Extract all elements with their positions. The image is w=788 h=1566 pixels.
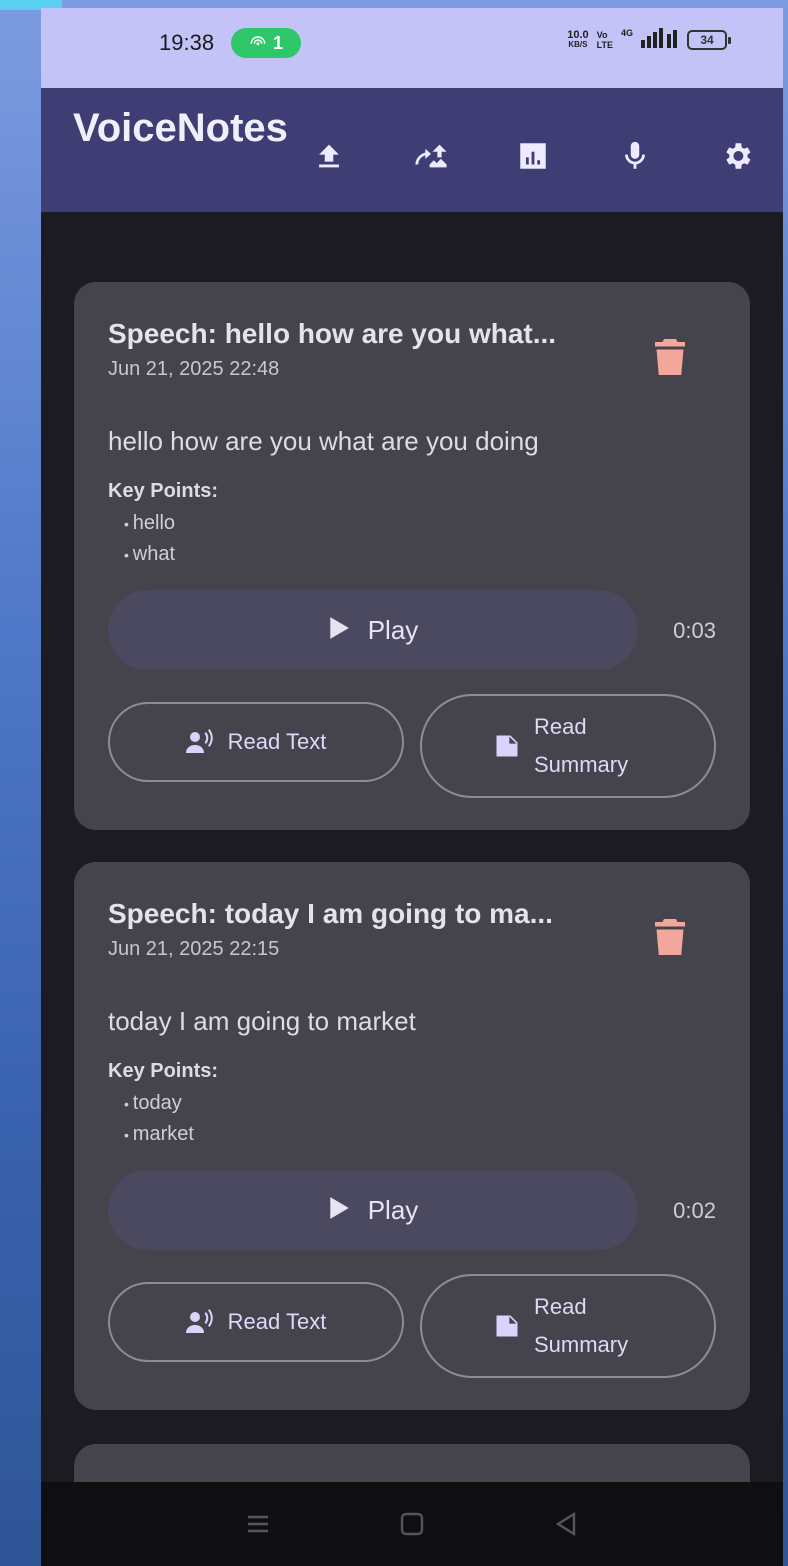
hotspot-badge: 1	[231, 28, 301, 58]
status-indicators: 10.0 KB/S Vo LTE 4G 34	[567, 28, 731, 51]
play-label: Play	[367, 614, 419, 645]
note-card[interactable]: Speech: today I am going to ma... Jun 21…	[74, 862, 750, 1410]
read-summary-button[interactable]: Read Summary	[420, 694, 716, 798]
notes-list[interactable]: Speech: hello how are you what... Jun 21…	[41, 212, 783, 1482]
settings-button[interactable]	[711, 130, 763, 182]
phone-screen: 19:38 1 10.0 KB/S Vo LTE 4G 34 VoiceNote…	[41, 8, 783, 1566]
upload-icon	[319, 144, 339, 168]
play-icon	[328, 1196, 350, 1225]
summary-icon	[496, 1315, 518, 1337]
read-summary-label: Read Summary	[534, 1294, 629, 1357]
home-button[interactable]	[392, 1504, 432, 1544]
list-item: hello	[124, 508, 175, 539]
trash-icon	[655, 919, 685, 955]
speaker-person-icon	[185, 1309, 213, 1333]
note-card-partial[interactable]	[74, 1444, 750, 1482]
app-title: VoiceNotes	[73, 106, 288, 150]
delete-button[interactable]	[650, 334, 690, 380]
key-points-list: hello what	[124, 508, 175, 570]
play-button[interactable]: Play	[108, 1170, 638, 1250]
system-nav-bar	[41, 1482, 783, 1566]
list-item: market	[124, 1119, 194, 1150]
note-title: Speech: today I am going to ma...	[108, 898, 553, 929]
trash-icon	[655, 339, 685, 375]
read-text-button[interactable]: Read Text	[108, 702, 404, 782]
speaker-person-icon	[185, 729, 213, 753]
audio-duration: 0:02	[673, 1198, 716, 1223]
note-date: Jun 21, 2025 22:15	[108, 938, 280, 960]
play-button[interactable]: Play	[108, 590, 638, 670]
network-type: 4G	[620, 28, 633, 38]
gear-icon	[726, 143, 751, 169]
note-title: Speech: hello how are you what...	[108, 318, 557, 349]
play-label: Play	[367, 1194, 419, 1225]
note-date: Jun 21, 2025 22:48	[108, 358, 280, 380]
status-bar: 19:38 1 10.0 KB/S Vo LTE 4G 34	[41, 8, 783, 88]
note-transcript: hello how are you what are you doing	[108, 426, 539, 456]
read-text-label: Read Text	[227, 1309, 327, 1334]
status-time: 19:38	[159, 30, 215, 55]
list-item: what	[124, 539, 175, 570]
note-card[interactable]: Speech: hello how are you what... Jun 21…	[74, 282, 750, 830]
chart-icon	[520, 143, 546, 169]
hotspot-icon	[250, 36, 266, 46]
summary-icon	[496, 735, 518, 757]
note-transcript: today I am going to market	[108, 1006, 416, 1036]
read-summary-label: Read Summary	[534, 714, 629, 777]
net-speed: 10.0 KB/S	[567, 28, 589, 49]
menu-icon	[248, 1515, 268, 1533]
key-points-heading: Key Points:	[108, 480, 219, 502]
app-bar: VoiceNotes	[41, 88, 783, 212]
sync-icon	[415, 144, 447, 168]
volte-indicator: Vo LTE	[596, 29, 613, 50]
recents-button[interactable]	[238, 1504, 278, 1544]
read-summary-button[interactable]: Read Summary	[420, 1274, 716, 1378]
read-text-button[interactable]: Read Text	[108, 1282, 404, 1362]
play-icon	[328, 616, 350, 645]
back-triangle-icon	[555, 1511, 576, 1537]
list-item: today	[124, 1088, 194, 1119]
app-actions	[303, 130, 763, 182]
key-points-list: today market	[124, 1088, 194, 1150]
back-button[interactable]	[546, 1504, 586, 1544]
analytics-button[interactable]	[507, 130, 559, 182]
sync-button[interactable]	[405, 130, 457, 182]
delete-button[interactable]	[650, 914, 690, 960]
mic-icon	[625, 141, 645, 169]
hotspot-count: 1	[272, 32, 283, 53]
signal-icon	[641, 28, 679, 51]
upload-button[interactable]	[303, 130, 355, 182]
battery-indicator: 34	[687, 29, 731, 50]
read-text-label: Read Text	[227, 729, 327, 754]
record-button[interactable]	[609, 130, 661, 182]
audio-duration: 0:03	[673, 618, 716, 643]
home-square-icon	[400, 1512, 424, 1536]
key-points-heading: Key Points:	[108, 1060, 219, 1082]
